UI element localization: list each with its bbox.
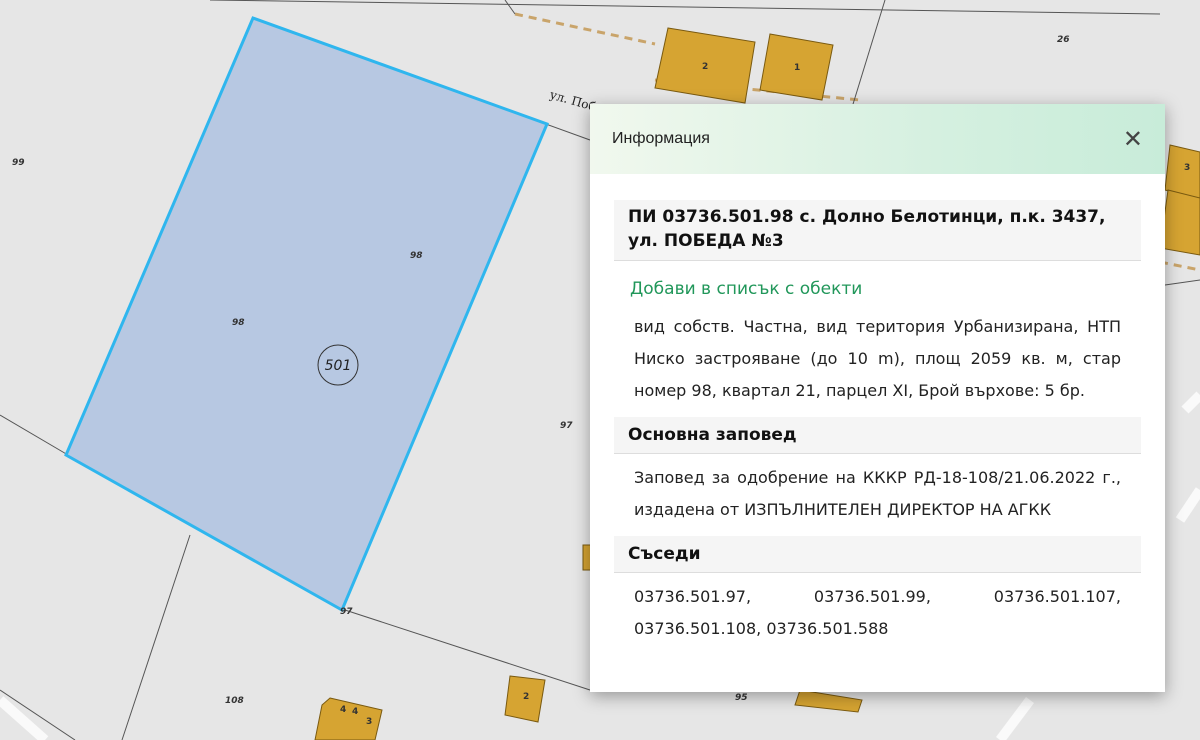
building-3-label: 3 bbox=[1184, 163, 1190, 173]
building-1-label: 1 bbox=[794, 63, 800, 73]
close-icon[interactable]: ✕ bbox=[1123, 127, 1143, 151]
building-4b-label: 4 bbox=[352, 707, 358, 717]
building-2b-label: 2 bbox=[523, 692, 529, 702]
parcel-heading: ПИ 03736.501.98 с. Долно Белотинци, п.к.… bbox=[614, 200, 1141, 261]
label-97: 97 bbox=[560, 421, 573, 431]
popup-body: ПИ 03736.501.98 с. Долно Белотинци, п.к.… bbox=[590, 174, 1165, 655]
order-text: Заповед за одобрение на КККР РД-18-108/2… bbox=[634, 468, 1121, 519]
building-2-label: 2 bbox=[702, 62, 708, 72]
label-108: 108 bbox=[225, 696, 244, 706]
order-heading: Основна заповед bbox=[614, 417, 1141, 454]
label-26: 26 bbox=[1057, 35, 1070, 45]
building-3b-label: 3 bbox=[366, 717, 372, 727]
neighbors-list: 03736.501.97, 03736.501.99, 03736.501.10… bbox=[634, 587, 1121, 638]
add-to-list-link[interactable]: Добави в списък с обекти bbox=[614, 261, 1141, 307]
building-4-label: 4 bbox=[340, 705, 346, 715]
label-98-a: 98 bbox=[410, 251, 423, 261]
parcel-number: 501 bbox=[325, 358, 352, 374]
label-97-b: 97 bbox=[340, 607, 353, 617]
label-98-b: 98 bbox=[232, 318, 245, 328]
neighbors-heading: Съседи bbox=[614, 536, 1141, 573]
popup-title: Информация bbox=[612, 130, 710, 147]
parcel-description: вид собств. Частна, вид територия Урбани… bbox=[634, 317, 1121, 400]
info-popup: Информация ✕ ПИ 03736.501.98 с. Долно Бе… bbox=[590, 104, 1165, 692]
label-95: 95 bbox=[735, 693, 748, 703]
label-99: 99 bbox=[12, 158, 25, 168]
popup-header: Информация ✕ bbox=[590, 104, 1165, 174]
